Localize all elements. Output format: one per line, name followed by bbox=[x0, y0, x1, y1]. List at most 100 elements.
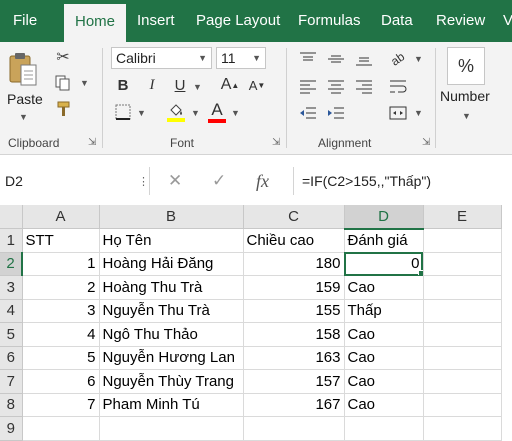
cell-d5[interactable]: Cao bbox=[344, 322, 424, 347]
cell-c4[interactable]: 155 bbox=[243, 299, 345, 323]
underline-button[interactable]: U bbox=[171, 75, 189, 95]
copy-button[interactable] bbox=[53, 74, 73, 92]
align-right-button[interactable] bbox=[350, 75, 378, 97]
increase-indent-button[interactable] bbox=[322, 102, 350, 124]
cell-e9[interactable] bbox=[423, 416, 502, 441]
tab-insert[interactable]: Insert bbox=[137, 0, 175, 42]
number-format-button[interactable]: % bbox=[447, 47, 485, 85]
cancel-icon[interactable]: ✕ bbox=[168, 167, 182, 195]
wrap-text-button[interactable] bbox=[384, 75, 412, 97]
cell-e2[interactable] bbox=[423, 252, 502, 276]
column-header-e[interactable]: E bbox=[423, 205, 502, 229]
align-left-button[interactable] bbox=[294, 75, 322, 97]
insert-function-icon[interactable]: fx bbox=[256, 167, 269, 195]
tab-view[interactable]: V bbox=[503, 0, 512, 42]
cell-a7[interactable]: 6 bbox=[22, 369, 100, 394]
name-box[interactable]: D2 bbox=[0, 167, 150, 195]
borders-dropdown-icon[interactable]: ▼ bbox=[137, 108, 146, 118]
paste-dropdown-icon[interactable]: ▼ bbox=[19, 112, 28, 122]
cell-b8[interactable]: Pham Minh Tú bbox=[99, 393, 244, 417]
row-header[interactable]: 2 bbox=[0, 252, 23, 276]
cell-e3[interactable] bbox=[423, 275, 502, 300]
cell-d9[interactable] bbox=[344, 416, 424, 441]
cell-c6[interactable]: 163 bbox=[243, 346, 345, 370]
font-color-button[interactable]: A bbox=[207, 100, 227, 124]
row-header[interactable]: 6 bbox=[0, 346, 23, 370]
cell-a5[interactable]: 4 bbox=[22, 322, 100, 347]
clipboard-launcher-icon[interactable]: ⇲ bbox=[88, 137, 96, 148]
font-color-dropdown-icon[interactable]: ▼ bbox=[231, 108, 240, 118]
grow-font-button[interactable]: A ▲ bbox=[221, 75, 240, 95]
cell-c7[interactable]: 157 bbox=[243, 369, 345, 394]
cell-a6[interactable]: 5 bbox=[22, 346, 100, 370]
cell-b9[interactable] bbox=[99, 416, 244, 441]
cell-d7[interactable]: Cao bbox=[344, 369, 424, 394]
cell-c5[interactable]: 158 bbox=[243, 322, 345, 347]
tab-review[interactable]: Review bbox=[436, 0, 485, 42]
cell-e1[interactable] bbox=[423, 228, 502, 253]
cell-e7[interactable] bbox=[423, 369, 502, 394]
row-header[interactable]: 9 bbox=[0, 416, 23, 441]
middle-align-button[interactable] bbox=[322, 48, 350, 70]
select-all-corner[interactable] bbox=[0, 205, 23, 229]
row-header[interactable]: 4 bbox=[0, 299, 23, 323]
cell-a8[interactable]: 7 bbox=[22, 393, 100, 417]
merge-dropdown-icon[interactable]: ▼ bbox=[414, 108, 423, 118]
row-header[interactable]: 7 bbox=[0, 369, 23, 394]
align-center-button[interactable] bbox=[322, 75, 350, 97]
bold-button[interactable]: B bbox=[114, 75, 132, 95]
cell-c2[interactable]: 180 bbox=[243, 252, 345, 276]
format-painter-button[interactable] bbox=[53, 100, 73, 118]
cell-d3[interactable]: Cao bbox=[344, 275, 424, 300]
bottom-align-button[interactable] bbox=[350, 48, 378, 70]
top-align-button[interactable] bbox=[294, 48, 322, 70]
tab-page-layout[interactable]: Page Layout bbox=[196, 0, 280, 42]
cell-a1[interactable]: STT bbox=[22, 228, 100, 253]
column-header-c[interactable]: C bbox=[243, 205, 345, 229]
cell-d6[interactable]: Cao bbox=[344, 346, 424, 370]
font-size-select[interactable]: 11 ▼ bbox=[216, 47, 266, 69]
cut-button[interactable]: ✂ bbox=[53, 48, 73, 66]
formula-input[interactable]: =IF(C2>155,,"Thấp") bbox=[293, 167, 512, 195]
tab-file[interactable]: File bbox=[13, 0, 37, 42]
copy-dropdown-icon[interactable]: ▼ bbox=[80, 78, 89, 88]
alignment-launcher-icon[interactable]: ⇲ bbox=[422, 137, 430, 148]
cell-a2[interactable]: 1 bbox=[22, 252, 100, 276]
cell-e6[interactable] bbox=[423, 346, 502, 370]
row-header[interactable]: 3 bbox=[0, 275, 23, 300]
row-header[interactable]: 5 bbox=[0, 322, 23, 347]
borders-button[interactable] bbox=[113, 102, 133, 122]
decrease-indent-button[interactable] bbox=[294, 102, 322, 124]
cell-e4[interactable] bbox=[423, 299, 502, 323]
cell-e8[interactable] bbox=[423, 393, 502, 417]
font-launcher-icon[interactable]: ⇲ bbox=[272, 137, 280, 148]
fill-color-button[interactable] bbox=[165, 100, 187, 124]
cell-b4[interactable]: Nguyễn Thu Trà bbox=[99, 299, 244, 323]
cell-d8[interactable]: Cao bbox=[344, 393, 424, 417]
orientation-dropdown-icon[interactable]: ▼ bbox=[414, 54, 423, 64]
row-header[interactable]: 1 bbox=[0, 228, 23, 253]
cell-d4[interactable]: Thấp bbox=[344, 299, 424, 323]
orientation-button[interactable]: ab bbox=[384, 48, 412, 70]
merge-center-button[interactable] bbox=[384, 102, 412, 124]
cell-b3[interactable]: Hoàng Thu Trà bbox=[99, 275, 244, 300]
cell-b6[interactable]: Nguyễn Hương Lan bbox=[99, 346, 244, 370]
active-cell-d2[interactable]: 0 bbox=[344, 252, 424, 276]
enter-icon[interactable]: ✓ bbox=[212, 167, 226, 195]
cell-a4[interactable]: 3 bbox=[22, 299, 100, 323]
number-dropdown-icon[interactable]: ▼ bbox=[462, 111, 471, 121]
cell-c9[interactable] bbox=[243, 416, 345, 441]
cell-b1[interactable]: Họ Tên bbox=[99, 228, 244, 253]
column-header-d[interactable]: D bbox=[344, 205, 424, 230]
cell-a9[interactable] bbox=[22, 416, 100, 441]
tab-home[interactable]: Home bbox=[64, 4, 126, 42]
shrink-font-button[interactable]: A ▼ bbox=[248, 75, 266, 95]
cell-b2[interactable]: Hoàng Hải Đăng bbox=[99, 252, 244, 276]
cell-b5[interactable]: Ngô Thu Thảo bbox=[99, 322, 244, 347]
cell-e5[interactable] bbox=[423, 322, 502, 347]
tab-formulas[interactable]: Formulas bbox=[298, 0, 361, 42]
row-header[interactable]: 8 bbox=[0, 393, 23, 417]
cell-b7[interactable]: Nguyễn Thùy Trang bbox=[99, 369, 244, 394]
paste-button[interactable] bbox=[6, 50, 40, 90]
cell-c3[interactable]: 159 bbox=[243, 275, 345, 300]
